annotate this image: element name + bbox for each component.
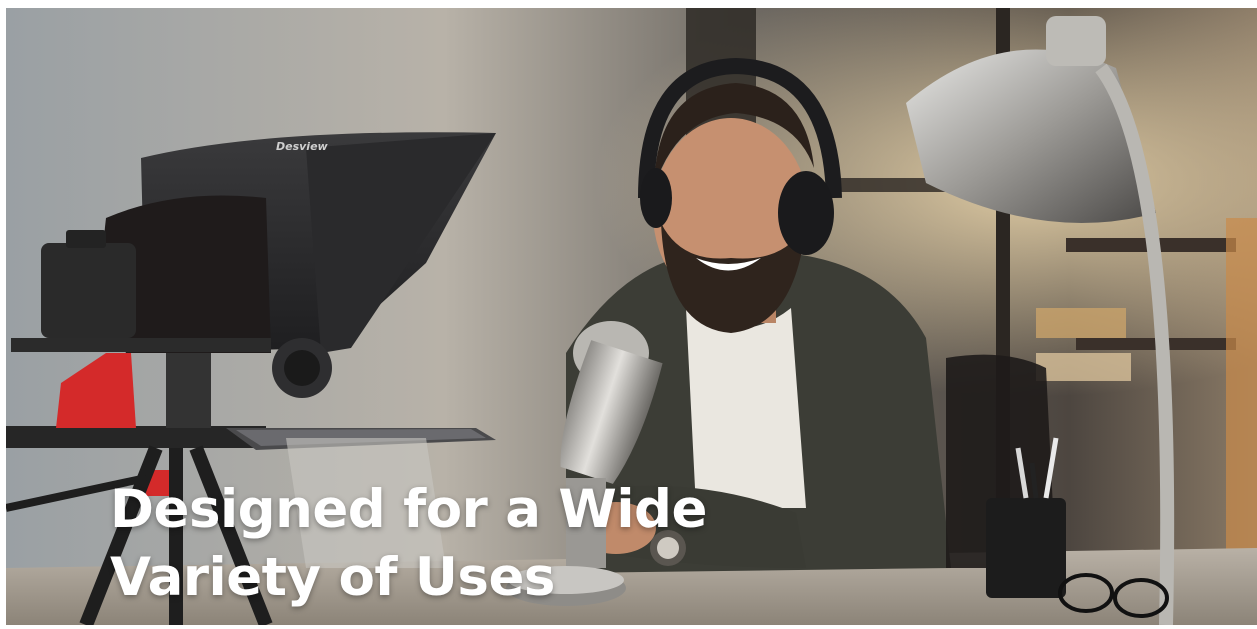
headline-line-1: Designed for a Wide: [110, 479, 707, 540]
banner-headline: Designed for a Wide Variety of Uses: [110, 476, 707, 612]
banner: Desview Designed for a Wide Variety of U…: [6, 8, 1257, 625]
teleprompter-brand: Desview: [276, 140, 329, 153]
headline-line-2: Variety of Uses: [110, 547, 555, 608]
